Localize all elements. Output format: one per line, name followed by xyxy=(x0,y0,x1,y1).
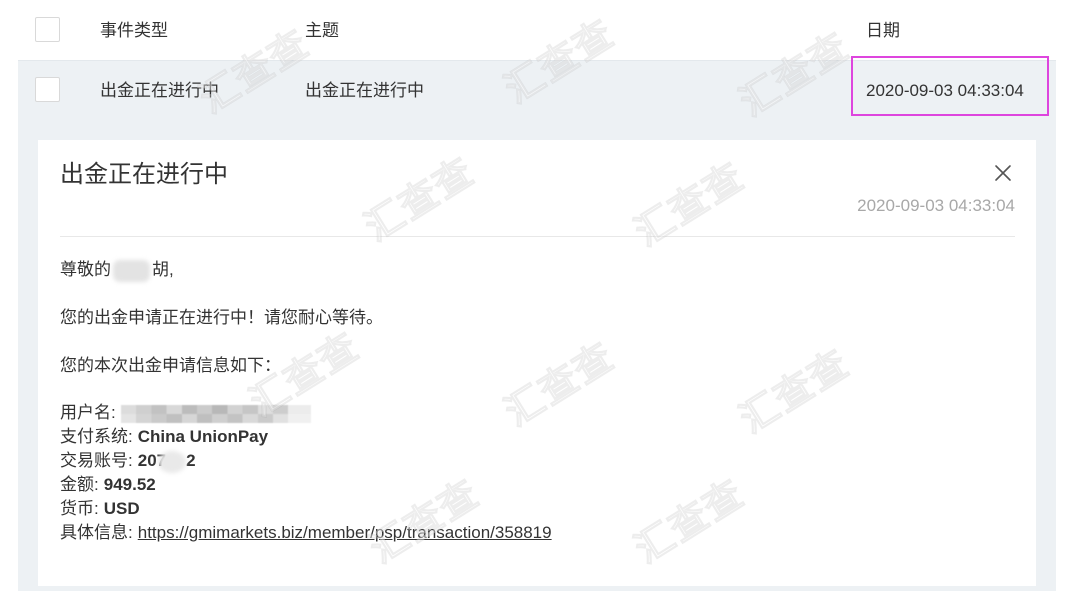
detail-amount: 金额: 949.52 xyxy=(60,473,156,497)
select-all-checkbox[interactable] xyxy=(35,17,60,42)
transaction-detail-link[interactable]: https://gmimarkets.biz/member/psp/transa… xyxy=(138,523,552,542)
account-value-suffix: 2 xyxy=(186,451,196,470)
account-label: 交易账号: xyxy=(60,451,133,470)
payment-system-label: 支付系统: xyxy=(60,427,133,446)
close-button[interactable] xyxy=(993,163,1013,183)
detail-info: 具体信息: https://gmimarkets.biz/member/psp/t… xyxy=(60,521,552,545)
row-event-type: 出金正在进行中 xyxy=(100,81,219,100)
column-header-subject: 主题 xyxy=(305,21,339,40)
message-row[interactable]: 出金正在进行中 出金正在进行中 2020-09-03 04:33:04 xyxy=(18,61,1056,120)
detail-currency: 货币: USD xyxy=(60,497,140,521)
message-detail-card: 出金正在进行中 2020-09-03 04:33:04 尊敬的 胡, 您的出金申请… xyxy=(38,140,1036,586)
detail-account: 交易账号: 207 2 xyxy=(60,449,196,473)
info-label: 具体信息: xyxy=(60,523,133,542)
message-title: 出金正在进行中 xyxy=(60,161,228,188)
column-header-event-type: 事件类型 xyxy=(100,21,168,40)
amount-label: 金额: xyxy=(60,475,99,494)
message-divider xyxy=(60,236,1015,237)
progress-line: 您的出金申请正在进行中！请您耐心等待。 xyxy=(60,308,383,327)
username-label: 用户名: xyxy=(60,403,116,422)
list-header: 事件类型 主题 日期 xyxy=(0,0,1068,60)
close-icon xyxy=(995,165,1011,181)
intro-line: 您的本次出金申请信息如下： xyxy=(60,356,281,375)
currency-label: 货币: xyxy=(60,499,99,518)
message-date: 2020-09-03 04:33:04 xyxy=(857,196,1015,215)
currency-value: USD xyxy=(103,499,140,518)
message-list-panel: 出金正在进行中 出金正在进行中 2020-09-03 04:33:04 出金正在… xyxy=(18,60,1056,591)
row-date: 2020-09-03 04:33:04 xyxy=(866,81,1024,100)
column-header-date: 日期 xyxy=(866,21,900,40)
greeting-line: 尊敬的 胡, xyxy=(60,258,174,282)
greeting-suffix: 胡, xyxy=(152,260,174,279)
message-center-page: 事件类型 主题 日期 出金正在进行中 出金正在进行中 2020-09-03 04… xyxy=(0,0,1068,591)
redacted-name xyxy=(113,259,150,282)
redacted-username xyxy=(120,404,311,423)
payment-system-value: China UnionPay xyxy=(137,427,269,446)
amount-value: 949.52 xyxy=(103,475,156,494)
row-subject: 出金正在进行中 xyxy=(305,81,424,100)
redacted-account xyxy=(158,450,187,473)
greeting-prefix: 尊敬的 xyxy=(60,260,111,279)
detail-username: 用户名: xyxy=(60,401,311,425)
row-checkbox[interactable] xyxy=(35,77,60,102)
detail-payment-system: 支付系统: China UnionPay xyxy=(60,425,268,449)
